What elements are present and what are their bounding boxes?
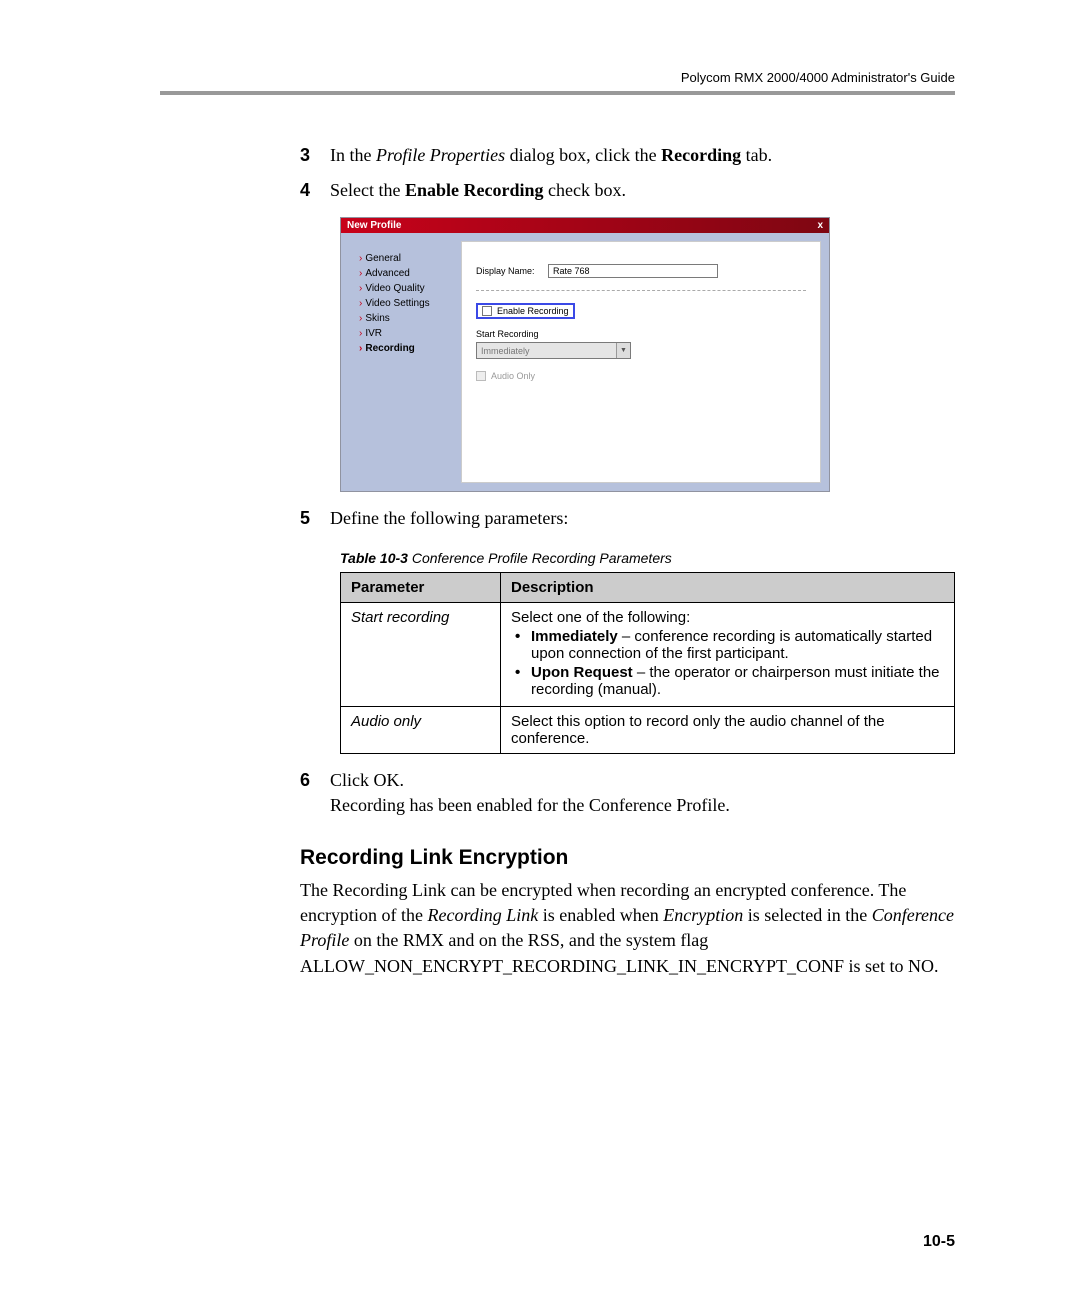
text: Select one of the following: (511, 609, 690, 626)
text-bold: Recording (661, 145, 741, 165)
sidebar-item-advanced[interactable]: ›Advanced (359, 266, 453, 281)
text-italic: Recording Link (427, 905, 538, 925)
step-3: 3 In the Profile Properties dialog box, … (160, 143, 955, 168)
close-icon[interactable]: x (817, 220, 823, 231)
param-name: Audio only (341, 706, 501, 753)
checkbox-label: Enable Recording (497, 306, 569, 316)
divider (476, 290, 806, 291)
dialog-sidebar: ›General ›Advanced ›Video Quality ›Video… (341, 233, 461, 491)
dialog-titlebar: New Profile x (341, 218, 829, 233)
checkbox-label: Audio Only (491, 371, 535, 381)
select-value: Immediately (481, 346, 530, 356)
text-italic: Encryption (663, 905, 743, 925)
step-body: Select the Enable Recording check box. (330, 178, 955, 203)
section-paragraph: The Recording Link can be encrypted when… (300, 878, 955, 979)
page-number: 10-5 (923, 1233, 955, 1251)
text: tab. (741, 145, 772, 165)
step-num: 6 (300, 768, 330, 818)
step-body: Define the following parameters: (330, 506, 955, 531)
sidebar-item-ivr[interactable]: ›IVR (359, 326, 453, 341)
display-name-input[interactable]: Rate 768 (548, 264, 718, 278)
text: ALLOW_NON_ENCRYPT_RECORDING_LINK_IN_ENCR… (300, 956, 939, 976)
caption-text: Conference Profile Recording Parameters (408, 550, 672, 566)
text: Click OK. (330, 770, 404, 790)
checkbox-icon (482, 306, 492, 316)
sidebar-item-video-quality[interactable]: ›Video Quality (359, 281, 453, 296)
checkbox-icon (476, 371, 486, 381)
header-rule (160, 91, 955, 95)
sidebar-item-recording[interactable]: ›Recording (359, 341, 453, 356)
header-title: Polycom RMX 2000/4000 Administrator's Gu… (160, 70, 955, 85)
text: Recording has been enabled for the Confe… (330, 795, 730, 815)
text: is selected in the (743, 905, 871, 925)
step-num: 4 (300, 178, 330, 203)
param-desc: Select this option to record only the au… (501, 706, 955, 753)
dialog-main: Display Name: Rate 768 Enable Recording … (461, 241, 821, 483)
text-bold: Immediately (531, 628, 618, 645)
chevron-down-icon: ▼ (616, 343, 630, 358)
step-body: In the Profile Properties dialog box, cl… (330, 143, 955, 168)
step-4: 4 Select the Enable Recording check box. (160, 178, 955, 203)
text-bold: Upon Request (531, 664, 633, 681)
table-caption: Table 10-3 Conference Profile Recording … (340, 550, 955, 566)
sidebar-item-video-settings[interactable]: ›Video Settings (359, 296, 453, 311)
text-bold: Enable Recording (405, 180, 544, 200)
text: on the RMX and on the RSS, and the syste… (349, 930, 708, 950)
param-desc: Select one of the following: Immediately… (501, 602, 955, 706)
text: In the (330, 145, 376, 165)
sidebar-item-general[interactable]: ›General (359, 251, 453, 266)
param-name: Start recording (341, 602, 501, 706)
text: is enabled when (538, 905, 663, 925)
parameters-table: Parameter Description Start recording Se… (340, 572, 955, 754)
dialog: New Profile x ›General ›Advanced ›Video … (340, 217, 830, 492)
step-num: 3 (300, 143, 330, 168)
section-heading: Recording Link Encryption (300, 846, 955, 870)
step-num: 5 (300, 506, 330, 531)
step-body: Click OK. Recording has been enabled for… (330, 768, 955, 818)
text: dialog box, click the (505, 145, 661, 165)
caption-num: Table 10-3 (340, 550, 408, 566)
start-recording-label: Start Recording (476, 329, 806, 339)
text-italic: Profile Properties (376, 145, 505, 165)
table-row: Audio only Select this option to record … (341, 706, 955, 753)
step-6: 6 Click OK. Recording has been enabled f… (160, 768, 955, 818)
text: Select the (330, 180, 405, 200)
text: check box. (544, 180, 626, 200)
start-recording-select[interactable]: Immediately ▼ (476, 342, 631, 359)
display-name-label: Display Name: (476, 266, 548, 276)
audio-only-checkbox[interactable]: Audio Only (476, 371, 806, 381)
dialog-title-text: New Profile (347, 220, 401, 231)
step-5: 5 Define the following parameters: (160, 506, 955, 531)
th-parameter: Parameter (341, 572, 501, 602)
dialog-screenshot: New Profile x ›General ›Advanced ›Video … (340, 217, 955, 492)
enable-recording-checkbox[interactable]: Enable Recording (476, 303, 575, 319)
table-row: Start recording Select one of the follow… (341, 602, 955, 706)
th-description: Description (501, 572, 955, 602)
sidebar-item-skins[interactable]: ›Skins (359, 311, 453, 326)
